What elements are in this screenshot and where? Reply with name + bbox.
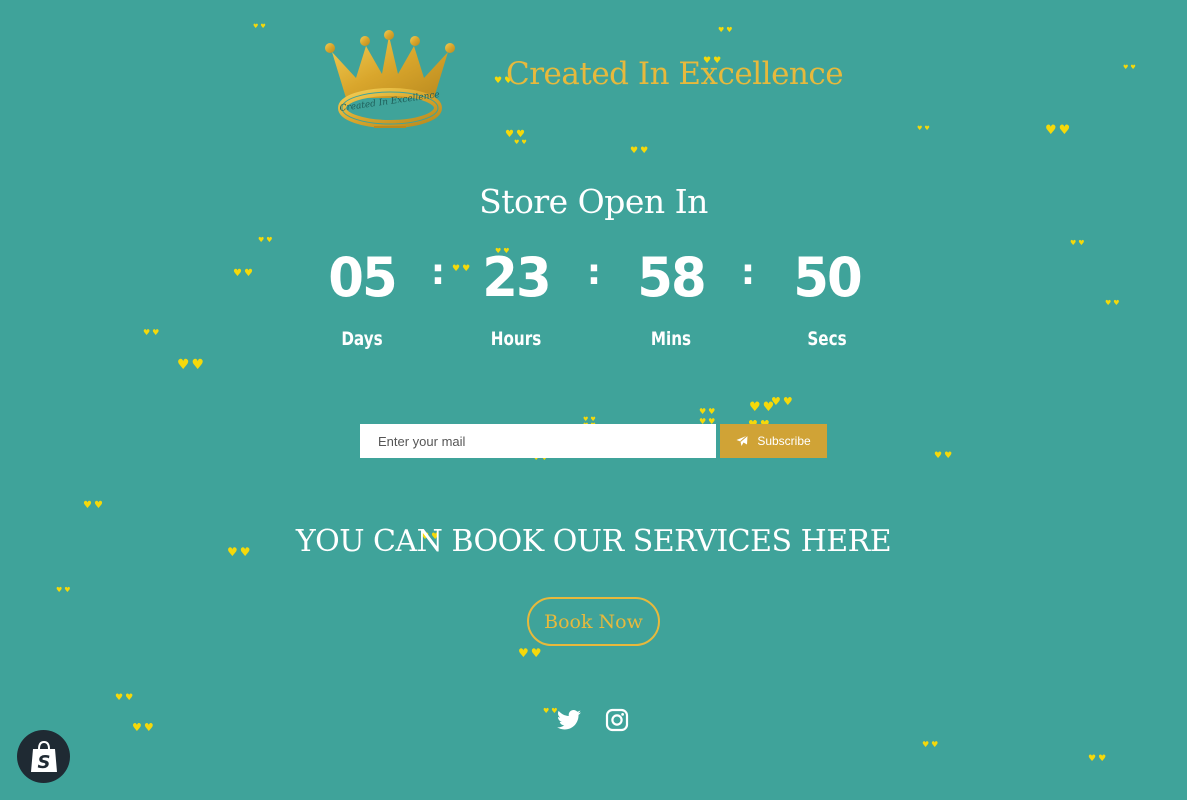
book-now-button[interactable]: Book Now bbox=[527, 597, 660, 646]
countdown-secs-value: 50 bbox=[793, 246, 862, 309]
countdown-secs-label: Secs bbox=[807, 328, 847, 350]
heart-decoration: ♥♥ bbox=[177, 357, 207, 373]
heart-decoration: ♥♥ bbox=[583, 416, 598, 423]
heart-decoration: ♥♥ bbox=[253, 23, 268, 30]
heart-decoration: ♥♥ bbox=[771, 395, 795, 408]
heart-decoration: ♥♥ bbox=[505, 129, 527, 140]
heart-decoration: ♥♥ bbox=[922, 740, 941, 749]
book-now-label: Book Now bbox=[544, 610, 643, 633]
heart-decoration: ♥♥ bbox=[115, 693, 136, 703]
heart-decoration: ♥♥ bbox=[749, 400, 777, 415]
countdown-hours-value: 23 bbox=[482, 246, 551, 309]
heart-decoration: ♥♥ bbox=[1088, 754, 1109, 764]
heart-decoration: ♥♥ bbox=[699, 407, 718, 416]
heart-decoration: ♥♥ bbox=[233, 268, 255, 279]
twitter-link[interactable] bbox=[556, 707, 582, 733]
heart-decoration: ♥♥ bbox=[1123, 64, 1138, 71]
falling-hearts-decoration: ♥♥ ♥♥ ♥♥ ♥♥ ♥♥ ♥♥ ♥♥ ♥♥ ♥♥ ♥♥ ♥♥ ♥♥ ♥♥ ♥… bbox=[0, 0, 1187, 800]
paper-plane-icon bbox=[736, 435, 749, 446]
shopify-bag-icon: S bbox=[30, 740, 57, 773]
brand-name: Created In Excellence bbox=[506, 56, 844, 92]
shopify-badge[interactable]: S bbox=[17, 730, 70, 783]
countdown-separator: : bbox=[586, 252, 602, 293]
countdown-title: Store Open In bbox=[479, 182, 708, 221]
countdown-separator: : bbox=[740, 252, 756, 293]
heart-decoration: ♥♥ bbox=[630, 146, 651, 156]
brand-logo: Created In Excellence bbox=[322, 30, 458, 134]
heart-decoration: ♥♥ bbox=[518, 646, 544, 660]
instagram-icon bbox=[605, 708, 629, 732]
crown-logo-icon: Created In Excellence bbox=[325, 30, 455, 128]
heart-decoration: ♥♥ bbox=[132, 721, 156, 734]
countdown-days-label: Days bbox=[341, 328, 383, 350]
countdown-mins-label: Mins bbox=[650, 328, 692, 350]
heart-decoration: ♥♥ bbox=[83, 500, 105, 511]
countdown-separator: : bbox=[430, 252, 446, 293]
heart-decoration: ♥♥ bbox=[718, 26, 735, 34]
heart-decoration: ♥♥ bbox=[917, 125, 932, 132]
heart-decoration: ♥♥ bbox=[56, 586, 73, 594]
heart-decoration: ♥♥ bbox=[1045, 123, 1073, 138]
heart-decoration: ♥♥ bbox=[934, 451, 955, 461]
heart-decoration: ♥♥ bbox=[1070, 239, 1087, 247]
twitter-icon bbox=[557, 710, 581, 730]
heart-decoration: ♥♥ bbox=[143, 328, 162, 337]
heart-decoration: ♥♥ bbox=[1105, 299, 1122, 307]
instagram-link[interactable] bbox=[604, 707, 630, 733]
services-heading: YOU CAN BOOK OUR SERVICES HERE bbox=[295, 524, 892, 559]
svg-text:S: S bbox=[37, 752, 50, 773]
heart-decoration: ♥♥ bbox=[514, 139, 529, 146]
subscribe-button-label: Subscribe bbox=[757, 434, 811, 448]
countdown-days-value: 05 bbox=[328, 246, 397, 309]
countdown-hours-label: Hours bbox=[490, 328, 542, 350]
subscribe-button[interactable]: Subscribe bbox=[720, 424, 827, 458]
countdown-mins-value: 58 bbox=[637, 246, 706, 309]
heart-decoration: ♥♥ bbox=[258, 236, 275, 244]
email-field[interactable] bbox=[360, 424, 716, 458]
